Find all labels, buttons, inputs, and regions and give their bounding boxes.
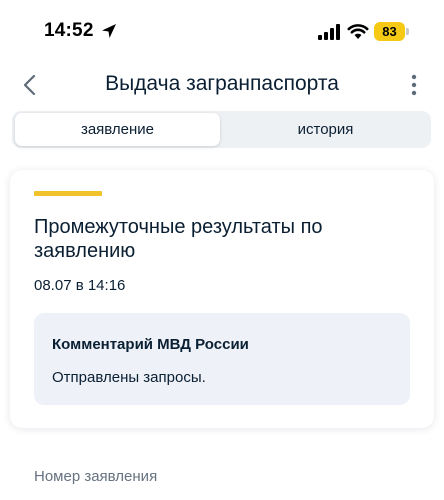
location-arrow-icon xyxy=(102,24,116,38)
status-time: 14:52 xyxy=(44,20,94,41)
battery-cap xyxy=(406,28,409,35)
status-bar: 14:52 83 xyxy=(0,0,444,62)
application-number-label: Номер заявления xyxy=(34,468,158,485)
accent-bar xyxy=(34,191,102,196)
cellular-signal-icon xyxy=(318,24,340,40)
page-title: Выдача загранпаспорта xyxy=(105,72,339,95)
card-date: 08.07 в 14:16 xyxy=(34,277,126,294)
comment-text: Отправлены запросы. xyxy=(52,369,206,386)
card-title: Промежуточные результаты по заявлению xyxy=(34,216,323,262)
battery-indicator: 83 xyxy=(374,22,405,41)
segmented-tabs: заявление история xyxy=(12,111,431,148)
status-card: Промежуточные результаты по заявлению 08… xyxy=(10,170,434,428)
tab-history[interactable]: история xyxy=(223,113,428,146)
comment-box: Комментарий МВД России Отправлены запрос… xyxy=(34,313,410,405)
tab-application[interactable]: заявление xyxy=(15,113,220,146)
battery-level: 83 xyxy=(382,24,397,39)
wifi-icon xyxy=(347,24,369,39)
more-vertical-icon[interactable] xyxy=(406,73,422,97)
comment-heading: Комментарий МВД России xyxy=(52,336,249,353)
